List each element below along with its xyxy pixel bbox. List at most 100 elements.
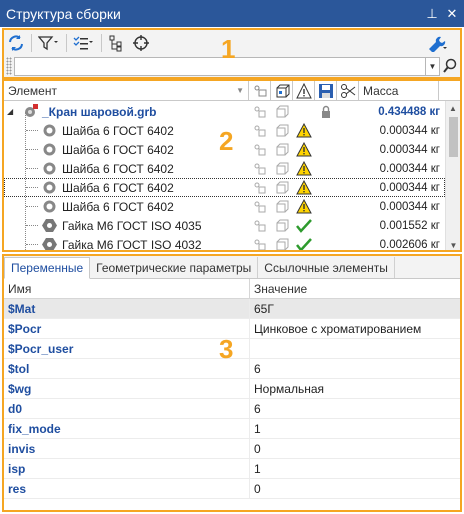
cut-empty: [337, 121, 359, 140]
toolbar-separator: [66, 33, 67, 52]
property-value[interactable]: 1: [250, 419, 460, 438]
column-element-label: Элемент: [8, 83, 57, 98]
column-cut[interactable]: [337, 81, 359, 100]
tree-connector-line: [26, 206, 38, 207]
column-model[interactable]: [271, 81, 293, 100]
visibility-icon[interactable]: [249, 102, 271, 121]
filter-icon[interactable]: [38, 33, 60, 53]
wrench-icon[interactable]: [426, 33, 448, 53]
tab-geometry[interactable]: Геометрические параметры: [90, 257, 259, 278]
window-title: Структура сборки: [6, 5, 121, 22]
model-icon: [271, 216, 293, 235]
search-icon[interactable]: [440, 57, 460, 76]
tree-connector-line: [26, 149, 38, 150]
tree-structure-icon[interactable]: [108, 33, 126, 53]
property-name: $Pocr: [4, 319, 250, 338]
property-name: $Mat: [4, 299, 250, 318]
visibility-icon[interactable]: [249, 197, 271, 216]
tree-item-name: Шайба 6 ГОСТ 6402: [62, 161, 174, 176]
cut-empty: [337, 178, 359, 197]
column-element[interactable]: Элемент ▼: [4, 81, 249, 100]
washer-icon: [42, 142, 57, 160]
collapse-triangle-icon[interactable]: ◢: [7, 107, 13, 116]
properties-table: $Mat 65Г $Pocr Цинковое с хроматирование…: [4, 299, 460, 499]
property-value[interactable]: 6: [250, 399, 460, 418]
tree-item-mass: 0.000344 кг: [379, 181, 440, 194]
assembly-icon: [22, 103, 40, 122]
property-name: res: [4, 479, 250, 498]
table-row[interactable]: $wg Нормальная: [4, 379, 460, 399]
table-row[interactable]: isp 1: [4, 459, 460, 479]
search-input[interactable]: [14, 56, 426, 76]
sort-chevron-icon: ▼: [236, 86, 244, 95]
tree-connector-line: [26, 244, 38, 245]
scroll-thumb[interactable]: [449, 117, 458, 157]
washer-icon: [42, 161, 57, 179]
pin-icon[interactable]: ⊥: [424, 6, 440, 22]
property-name: $wg: [4, 379, 250, 398]
properties-tabs: Переменные Геометрические параметры Ссыл…: [4, 256, 460, 279]
column-name[interactable]: Имя: [4, 279, 250, 298]
search-dropdown-icon[interactable]: ▼: [426, 56, 440, 76]
property-value[interactable]: 1: [250, 459, 460, 478]
warning-icon: [293, 140, 315, 159]
save-empty: [315, 178, 337, 197]
close-icon[interactable]: ✕: [444, 6, 460, 22]
property-value[interactable]: [250, 339, 460, 358]
tree-row[interactable]: Гайка М6 ГОСТ ISO 4035 0.001552 кг: [4, 216, 445, 235]
tree-scrollbar[interactable]: ▲ ▼: [445, 101, 460, 250]
property-value[interactable]: Цинковое с хроматированием: [250, 319, 460, 338]
tree-connector-line: [26, 225, 38, 226]
tree-row[interactable]: Шайба 6 ГОСТ 6402 0.000344 кг: [4, 159, 445, 178]
table-row[interactable]: invis 0: [4, 439, 460, 459]
visibility-icon[interactable]: [249, 140, 271, 159]
tree-row-focused[interactable]: Шайба 6 ГОСТ 6402 0.000344 кг: [4, 178, 445, 197]
table-row[interactable]: $Mat 65Г: [4, 299, 460, 319]
grip-handle[interactable]: [6, 57, 12, 75]
property-value[interactable]: 0: [250, 439, 460, 458]
tree-item-name: _Кран шаровой.grb: [42, 104, 157, 119]
visibility-icon[interactable]: [249, 121, 271, 140]
table-row[interactable]: res 0: [4, 479, 460, 499]
cut-empty: [337, 102, 359, 121]
list-settings-icon[interactable]: [73, 33, 95, 53]
column-visibility[interactable]: [249, 81, 271, 100]
lock-icon: [315, 102, 337, 121]
tab-variables[interactable]: Переменные: [4, 257, 91, 279]
model-icon: [271, 121, 293, 140]
refresh-icon[interactable]: [7, 33, 25, 53]
table-row[interactable]: d0 6: [4, 399, 460, 419]
warning-icon: [293, 178, 315, 197]
tree-connector-line: [26, 187, 38, 188]
tree-row-root[interactable]: ◢ _Кран шаровой.grb 0.434488 кг: [4, 102, 445, 121]
nut-icon: [42, 237, 57, 250]
visibility-icon[interactable]: [249, 235, 271, 250]
visibility-icon[interactable]: [249, 216, 271, 235]
column-save[interactable]: [315, 81, 337, 100]
scroll-up-icon[interactable]: ▲: [446, 101, 460, 115]
cut-empty: [337, 140, 359, 159]
save-empty: [315, 140, 337, 159]
visibility-icon[interactable]: [249, 178, 271, 197]
property-value[interactable]: 6: [250, 359, 460, 378]
tree-connector-line: [26, 130, 38, 131]
save-empty: [315, 216, 337, 235]
tree-row[interactable]: Шайба 6 ГОСТ 6402 0.000344 кг: [4, 197, 445, 216]
tree-row[interactable]: Гайка М6 ГОСТ ISO 4032 0.002606 кг: [4, 235, 445, 250]
column-mass-label: Масса: [363, 83, 399, 98]
crosshair-icon[interactable]: [132, 33, 150, 53]
property-value[interactable]: 0: [250, 479, 460, 498]
model-icon: [271, 140, 293, 159]
tab-references[interactable]: Ссылочные элементы: [258, 257, 395, 278]
visibility-icon[interactable]: [249, 159, 271, 178]
property-value[interactable]: Нормальная: [250, 379, 460, 398]
column-mass[interactable]: Масса: [359, 81, 439, 100]
scroll-down-icon[interactable]: ▼: [446, 238, 460, 250]
cut-empty: [337, 197, 359, 216]
table-row[interactable]: fix_mode 1: [4, 419, 460, 439]
save-column-icon: [318, 83, 333, 98]
visibility-column-icon: [254, 85, 266, 96]
column-value[interactable]: Значение: [250, 279, 307, 298]
column-warnings[interactable]: [293, 81, 315, 100]
property-value[interactable]: 65Г: [250, 299, 460, 318]
